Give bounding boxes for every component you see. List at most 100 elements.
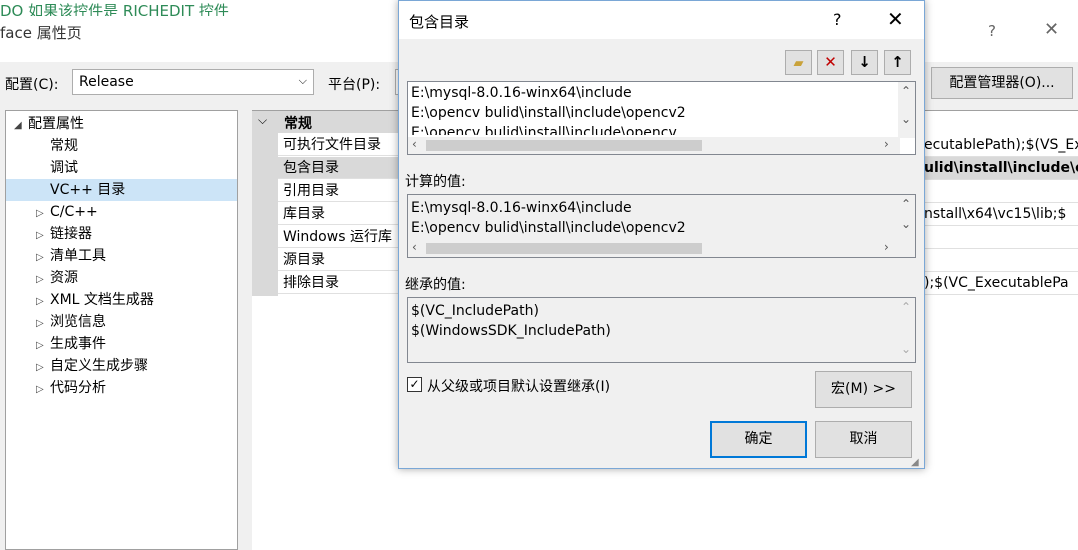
scroll-down-icon[interactable]: ⌄ bbox=[901, 342, 911, 356]
scroll-up-icon[interactable]: ⌃ bbox=[901, 197, 911, 211]
scroll-left-icon[interactable]: ‹ bbox=[412, 240, 417, 254]
property-tree[interactable]: ◢ 配置属性 常规 调试 VC++ 目录 ▷ C/C++ ▷ 链接器 ▷ 清单工具 ▷ 资源 ▷ XML 文… bbox=[5, 110, 238, 550]
window-title: face 属性页 bbox=[0, 24, 82, 42]
arrow-up-icon: ↑ bbox=[891, 53, 904, 71]
arrow-down-icon: ↓ bbox=[858, 53, 871, 71]
tree-item-label: 常规 bbox=[50, 138, 78, 154]
scroll-left-icon[interactable]: ‹ bbox=[412, 137, 417, 151]
grid-row-value[interactable]: );$(VC_ExecutablePa bbox=[924, 272, 1078, 295]
grid-row-value[interactable]: ulid\install\include\o bbox=[924, 157, 1078, 180]
tree-item-label: C/C++ bbox=[50, 204, 98, 220]
evaluated-line: E:\mysql-8.0.16-winx64\include bbox=[411, 200, 632, 216]
tree-item[interactable]: VC++ 目录 bbox=[6, 179, 237, 201]
expand-arrow-icon[interactable]: ▷ bbox=[36, 335, 50, 357]
ok-button[interactable]: 确定 bbox=[710, 421, 807, 458]
resize-grip-icon[interactable]: ◢ bbox=[911, 457, 919, 468]
scroll-up-icon[interactable]: ⌃ bbox=[901, 84, 911, 98]
inherit-checkbox[interactable]: ✓ bbox=[407, 377, 422, 392]
configuration-label: 配置(C): bbox=[5, 77, 59, 93]
tree-item[interactable]: ▷ C/C++ bbox=[6, 201, 237, 223]
tree-item[interactable]: ▷ 生成事件 bbox=[6, 333, 237, 355]
expand-arrow-icon[interactable]: ▷ bbox=[36, 203, 50, 225]
close-icon[interactable]: ✕ bbox=[1044, 19, 1059, 40]
horizontal-scrollbar[interactable]: ‹ › bbox=[408, 137, 900, 154]
tree-item[interactable]: ▷ XML 文档生成器 bbox=[6, 289, 237, 311]
inherited-line: $(WindowsSDK_IncludePath) bbox=[411, 323, 611, 339]
grid-row-value[interactable] bbox=[924, 226, 1078, 249]
grid-row-label[interactable]: 引用目录 bbox=[278, 180, 402, 202]
close-icon[interactable]: ✕ bbox=[887, 7, 904, 31]
expand-arrow-icon[interactable]: ▷ bbox=[36, 247, 50, 269]
path-line[interactable]: E:\opencv bulid\install\include\opencv bbox=[411, 123, 677, 135]
evaluated-label: 计算的值: bbox=[405, 174, 466, 190]
vertical-scrollbar[interactable]: ⌃ ⌄ bbox=[898, 298, 915, 362]
expand-arrow-icon[interactable]: ▷ bbox=[36, 225, 50, 247]
configuration-select[interactable]: Release ⌵ bbox=[72, 69, 314, 95]
tree-item[interactable]: ▷ 浏览信息 bbox=[6, 311, 237, 333]
scroll-thumb[interactable] bbox=[426, 243, 702, 254]
chevron-down-icon: ⌵ bbox=[258, 113, 268, 127]
scroll-down-icon[interactable]: ⌄ bbox=[901, 112, 911, 126]
move-down-button[interactable]: ↓ bbox=[851, 50, 878, 75]
tree-item[interactable]: ◢ 配置属性 bbox=[6, 113, 237, 135]
cancel-button[interactable]: 取消 bbox=[815, 421, 912, 458]
tree-item[interactable]: ▷ 链接器 bbox=[6, 223, 237, 245]
help-icon[interactable]: ? bbox=[988, 22, 996, 40]
tree-item[interactable]: ▷ 清单工具 bbox=[6, 245, 237, 267]
grid-row-label[interactable]: Windows 运行库 bbox=[278, 226, 402, 248]
expand-arrow-icon[interactable]: ▷ bbox=[36, 269, 50, 291]
delete-line-button[interactable]: ✕ bbox=[817, 50, 844, 75]
grid-category-header[interactable]: ⌵ 常规 bbox=[252, 111, 402, 133]
scroll-right-icon[interactable]: › bbox=[884, 240, 889, 254]
grid-row-label[interactable]: 源目录 bbox=[278, 249, 402, 271]
evaluated-line: E:\opencv bulid\install\include\opencv2 bbox=[411, 220, 686, 236]
expand-arrow-icon[interactable]: ▷ bbox=[36, 379, 50, 401]
vertical-scrollbar[interactable]: ⌃ ⌄ bbox=[898, 82, 915, 138]
path-line[interactable]: E:\mysql-8.0.16-winx64\include bbox=[411, 83, 632, 103]
tree-item[interactable]: ▷ 代码分析 bbox=[6, 377, 237, 399]
tree-item-label: XML 文档生成器 bbox=[50, 292, 154, 308]
grid-row-value[interactable]: nstall\x64\vc15\lib;$ bbox=[924, 203, 1078, 226]
grid-row-label[interactable]: 可执行文件目录 bbox=[278, 134, 402, 156]
tree-item-label: 代码分析 bbox=[50, 380, 106, 396]
macros-button[interactable]: 宏(M) >> bbox=[815, 371, 912, 408]
evaluated-values: E:\mysql-8.0.16-winx64\include E:\opencv… bbox=[407, 194, 916, 258]
expand-arrow-icon[interactable]: ▷ bbox=[36, 313, 50, 335]
grid-row-value[interactable] bbox=[924, 180, 1078, 203]
scroll-thumb[interactable] bbox=[426, 140, 702, 151]
grid-row-value[interactable]: ecutablePath);$(VS_Ex bbox=[924, 134, 1078, 157]
expand-arrow-icon[interactable]: ▷ bbox=[36, 291, 50, 313]
expand-arrow-icon[interactable]: ◢ bbox=[14, 115, 28, 137]
help-icon[interactable]: ? bbox=[833, 10, 842, 29]
move-up-button[interactable]: ↑ bbox=[884, 50, 911, 75]
scroll-up-icon[interactable]: ⌃ bbox=[901, 300, 911, 314]
tree-item-label: 浏览信息 bbox=[50, 314, 106, 330]
new-line-button[interactable]: ▰ bbox=[785, 50, 812, 75]
include-paths-editor[interactable]: E:\mysql-8.0.16-winx64\include E:\opencv… bbox=[407, 81, 916, 155]
scroll-right-icon[interactable]: › bbox=[884, 137, 889, 151]
tree-item[interactable]: ▷ 自定义生成步骤 bbox=[6, 355, 237, 377]
horizontal-scrollbar[interactable]: ‹ › bbox=[408, 240, 900, 257]
tree-item[interactable]: 调试 bbox=[6, 157, 237, 179]
path-line[interactable]: E:\opencv bulid\install\include\opencv2 bbox=[411, 103, 686, 123]
grid-row-label[interactable]: 包含目录 bbox=[278, 157, 402, 179]
grid-margin bbox=[252, 133, 278, 296]
inherited-line: $(VC_IncludePath) bbox=[411, 303, 539, 319]
tree-item-label: 资源 bbox=[50, 270, 78, 286]
grid-row-label[interactable]: 库目录 bbox=[278, 203, 402, 225]
vertical-scrollbar[interactable]: ⌃ ⌄ bbox=[898, 195, 915, 241]
tree-item-label: VC++ 目录 bbox=[50, 182, 126, 198]
grid-row-value[interactable] bbox=[924, 249, 1078, 272]
dialog-titlebar bbox=[399, 1, 924, 39]
tree-item[interactable]: 常规 bbox=[6, 135, 237, 157]
inherit-checkbox-label[interactable]: 从父级或项目默认设置继承(I) bbox=[427, 376, 610, 396]
dialog-title: 包含目录 bbox=[409, 13, 470, 31]
tree-item[interactable]: ▷ 资源 bbox=[6, 267, 237, 289]
expand-arrow-icon[interactable]: ▷ bbox=[36, 357, 50, 379]
config-manager-button[interactable]: 配置管理器(O)... bbox=[931, 67, 1073, 99]
include-directories-dialog: 包含目录 ? ✕ ▰ ✕ ↓ ↑ E:\mysql-8.0.16-winx64\… bbox=[398, 0, 925, 469]
folder-icon: ▰ bbox=[793, 56, 804, 71]
grid-row-label[interactable]: 排除目录 bbox=[278, 272, 402, 294]
scroll-down-icon[interactable]: ⌄ bbox=[901, 217, 911, 231]
background-code-text: DO 如果该控件是 RICHEDIT 控件 bbox=[0, 2, 229, 16]
